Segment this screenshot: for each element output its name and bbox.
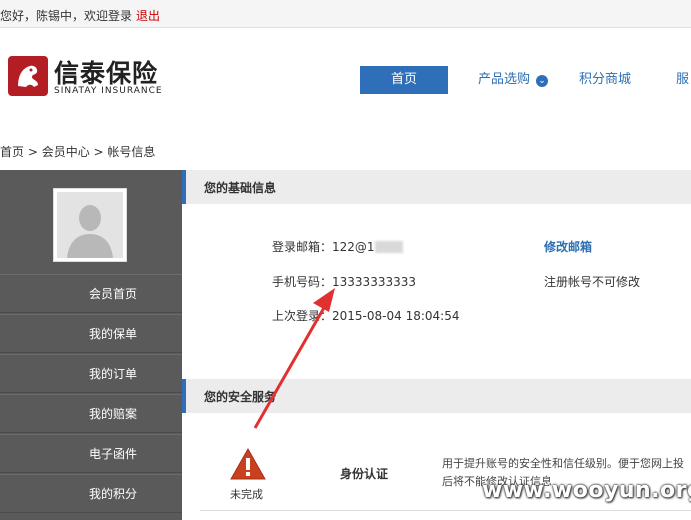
nav-home[interactable]: 首页 [360, 66, 448, 94]
nav-points-mall[interactable]: 积分商城 [579, 66, 631, 94]
breadcrumb: 首页 > 会员中心 > 帐号信息 [0, 143, 155, 160]
breadcrumb-member-center[interactable]: 会员中心 [42, 145, 90, 159]
user-avatar-icon [57, 192, 123, 258]
watermark: www.wooyun.org [482, 478, 691, 503]
greeting-prefix: 您好， [0, 9, 37, 23]
last-login-label: 上次登录： [272, 309, 333, 323]
username: 陈锡中 [36, 9, 73, 23]
sidebar-item-my-orders[interactable]: 我的订单 [0, 354, 182, 393]
logo-english-name: SINATAY INSURANCE [54, 86, 163, 96]
logo-emblem-icon [8, 56, 48, 96]
description-line: 用于提升账号的安全性和信任级别。便于您网上投 [442, 457, 684, 470]
nav-products-label: 产品选购 [478, 72, 531, 87]
redacted-block [374, 241, 403, 253]
email-row: 登录邮箱：122@1 [272, 238, 403, 255]
site-header: 信泰保险 SINATAY INSURANCE 首页 产品选购 ⌄ 积分商城 服 [0, 28, 691, 120]
avatar[interactable] [53, 188, 127, 262]
nav-products[interactable]: 产品选购 ⌄ [478, 66, 549, 94]
phone-note: 注册帐号不可修改 [544, 275, 641, 289]
sidebar-item-my-points[interactable]: 我的积分 [0, 474, 182, 513]
email-value: 122@1 [332, 240, 375, 254]
chevron-down-icon: ⌄ [536, 75, 549, 87]
security-header: 您的安全服务 [182, 379, 691, 413]
sidebar-item-member-home[interactable]: 会员首页 [0, 274, 182, 313]
sidebar-item-e-letters[interactable]: 电子函件 [0, 434, 182, 473]
phone-value: 13333333333 [332, 275, 416, 289]
last-login-value: 2015-08-04 18:04:54 [332, 309, 460, 323]
basic-info-title: 您的基础信息 [204, 181, 277, 195]
phone-row: 手机号码：13333333333 [272, 273, 416, 290]
sidebar-item-my-policies[interactable]: 我的保单 [0, 314, 182, 353]
warning-icon [230, 447, 266, 480]
sidebar: 会员首页 我的保单 我的订单 我的赔案 电子函件 我的积分 [0, 170, 182, 520]
email-label: 登录邮箱： [272, 240, 333, 254]
phone-label: 手机号码： [272, 275, 333, 289]
security-title: 您的安全服务 [204, 390, 277, 404]
greeting-text: 您好，陈锡中，欢迎登录 退出 [0, 7, 160, 24]
sidebar-item-my-claims[interactable]: 我的赔案 [0, 394, 182, 433]
welcome-text: ，欢迎登录 [72, 9, 133, 23]
divider [200, 510, 691, 511]
breadcrumb-separator: > [89, 145, 108, 159]
basic-info-header: 您的基础信息 [182, 170, 691, 204]
sinatay-logo[interactable]: 信泰保险 SINATAY INSURANCE [8, 56, 178, 102]
last-login-row: 上次登录：2015-08-04 18:04:54 [272, 307, 459, 324]
nav-service[interactable]: 服 [676, 66, 689, 94]
top-bar: 您好，陈锡中，欢迎登录 退出 [0, 0, 691, 28]
edit-email-link[interactable]: 修改邮箱 [544, 238, 592, 255]
logo-chinese-name: 信泰保险 [54, 59, 159, 88]
breadcrumb-separator: > [24, 145, 42, 159]
breadcrumb-home[interactable]: 首页 [0, 145, 24, 159]
security-status: 未完成 [230, 488, 263, 501]
breadcrumb-account-info: 帐号信息 [107, 145, 156, 159]
identity-verification-label: 身份认证 [340, 467, 389, 481]
logout-link[interactable]: 退出 [136, 9, 160, 23]
